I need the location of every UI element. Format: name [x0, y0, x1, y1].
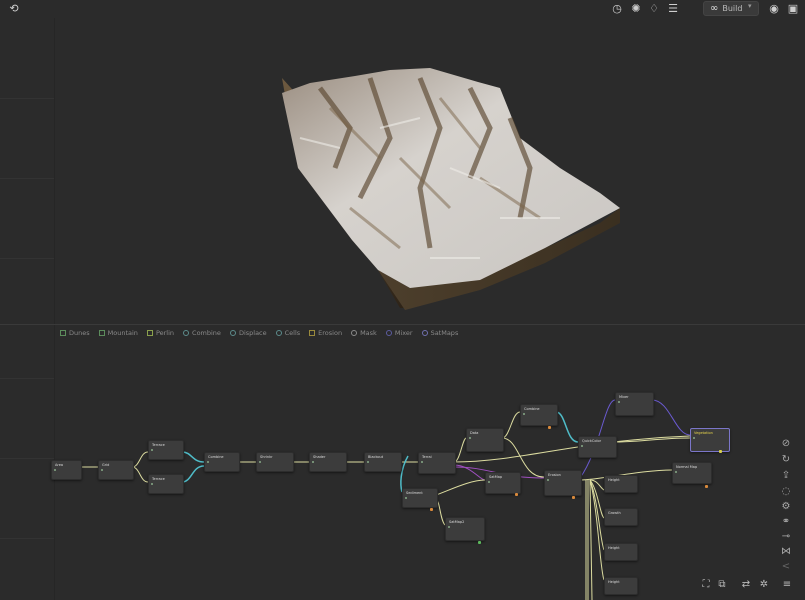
graph-node[interactable]: Height — [604, 543, 638, 561]
timer-icon[interactable]: ◷ — [611, 3, 623, 15]
auto-layout-icon[interactable]: ✲ — [758, 579, 770, 591]
tool-satmaps[interactable]: SatMaps — [421, 327, 458, 339]
link-icon — [183, 330, 190, 336]
graph-node[interactable]: SatMap — [485, 472, 521, 494]
status-dot — [719, 450, 722, 453]
tool-mask[interactable]: Mask — [351, 327, 377, 339]
graph-node[interactable]: Terrai — [418, 452, 456, 474]
tool-displace[interactable]: Displace — [229, 327, 267, 339]
export-icon[interactable]: ⇪ — [780, 470, 792, 482]
link-icon[interactable]: ⚭ — [780, 516, 792, 528]
circle-icon — [275, 330, 282, 336]
chevron-down-icon[interactable]: ▾ — [748, 2, 752, 10]
undo-icon[interactable]: ⟲ — [8, 3, 20, 15]
graph-node[interactable]: Normal Map — [672, 462, 712, 484]
graph-node[interactable]: QuickColor — [578, 436, 617, 458]
graph-node[interactable]: Blackout — [364, 452, 402, 472]
graph-node[interactable]: Combine — [204, 452, 240, 472]
share-icon[interactable]: < — [780, 561, 792, 573]
status-dot — [430, 508, 433, 511]
graph-node[interactable]: Data — [466, 428, 504, 452]
build-label: Build — [722, 4, 743, 13]
tool-mixer[interactable]: Mixer — [385, 327, 413, 339]
tool-cells[interactable]: Cells — [275, 327, 300, 339]
status-dot — [572, 496, 575, 499]
window-icon[interactable]: ▣ — [787, 3, 799, 15]
sync-icon[interactable]: ⇄ — [740, 579, 752, 591]
top-bar: ⟲ ◷ ✺ ♢ ☰ ∞ Build ▾ ◉ ▣ — [0, 0, 805, 18]
refresh-icon[interactable]: ↻ — [780, 454, 792, 466]
node-graph[interactable]: Area Grid Terrace Terrace Combine Shrink… — [0, 340, 805, 600]
graph-node[interactable]: Area — [51, 460, 82, 480]
graph-icon[interactable]: ⋈ — [780, 546, 792, 558]
square-icon — [98, 330, 105, 336]
node-toolbox: Dunes Mountain Perlin Combine Displace C… — [60, 327, 458, 339]
status-dot — [478, 541, 481, 544]
square-icon — [309, 330, 316, 336]
tool-mountain[interactable]: Mountain — [98, 327, 138, 339]
layers-icon[interactable]: ☰ — [667, 3, 679, 15]
disable-icon[interactable]: ⊘ — [780, 438, 792, 450]
menu-icon[interactable]: ≡ — [781, 579, 793, 591]
infinity-icon: ∞ — [710, 3, 719, 14]
terrain-render — [282, 68, 620, 310]
circle-icon — [421, 330, 428, 336]
graph-node[interactable]: Terrace — [148, 440, 184, 460]
square-icon — [146, 330, 153, 336]
status-dot — [705, 485, 708, 488]
fit-view-icon[interactable]: ⛶ — [700, 579, 712, 591]
tool-perlin[interactable]: Perlin — [146, 327, 174, 339]
sun-icon[interactable]: ✺ — [630, 3, 642, 15]
tool-dunes[interactable]: Dunes — [60, 327, 90, 339]
graph-node[interactable]: Height — [604, 475, 638, 493]
graph-node[interactable]: Terrace — [148, 474, 184, 494]
status-dot — [515, 493, 518, 496]
gear-icon[interactable]: ⚙ — [780, 501, 792, 513]
circle-icon — [385, 330, 392, 336]
graph-node[interactable]: Shader — [309, 452, 347, 472]
graph-node[interactable]: Combine — [520, 404, 558, 426]
tool-erosion[interactable]: Erosion — [309, 327, 342, 339]
record-icon[interactable]: ◉ — [768, 3, 780, 15]
graph-node[interactable]: Erosion — [544, 470, 582, 496]
panel-divider[interactable] — [0, 324, 805, 325]
graph-node[interactable]: Mixer — [615, 392, 654, 416]
terrain-viewport[interactable] — [0, 18, 805, 324]
graph-node[interactable]: Sediment — [402, 488, 438, 508]
graph-node[interactable]: Height — [604, 577, 638, 595]
graph-node[interactable]: Shrinkr — [256, 452, 294, 472]
square-icon — [60, 330, 66, 336]
status-dot — [548, 426, 551, 429]
graph-node[interactable]: Grid — [98, 460, 134, 480]
graph-node[interactable]: Growth — [604, 508, 638, 526]
tool-combine[interactable]: Combine — [183, 327, 221, 339]
water-drop-icon[interactable]: ♢ — [648, 3, 660, 15]
connect-icon[interactable]: ⊸ — [780, 531, 792, 543]
copy-icon[interactable]: ⧉ — [716, 579, 728, 591]
circle-icon[interactable]: ◌ — [780, 486, 792, 498]
link-icon — [229, 330, 236, 336]
graph-node[interactable]: SatMap2 — [445, 517, 485, 541]
circle-icon — [351, 330, 358, 336]
graph-node-selected[interactable]: Vegetation — [690, 428, 730, 452]
